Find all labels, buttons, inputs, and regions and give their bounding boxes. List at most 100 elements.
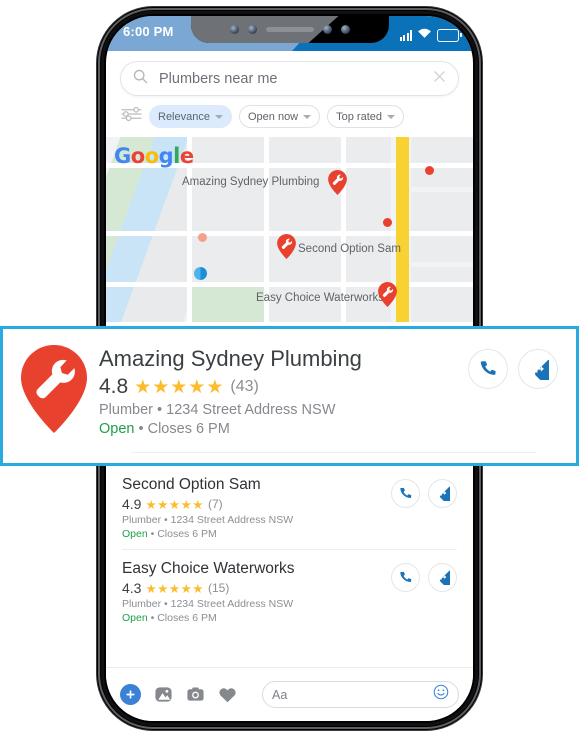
result-hours: Open • Closes 6 PM bbox=[99, 421, 468, 437]
filter-chip-open-now-label: Open now bbox=[247, 110, 299, 123]
review-count: (7) bbox=[208, 497, 223, 511]
star-rating-icon: ★★★★★ bbox=[145, 581, 204, 596]
rating-line: 4.8 ★★★★★ (43) bbox=[99, 375, 468, 399]
highlighted-result-card[interactable]: Amazing Sydney Plumbing 4.8 ★★★★★ (43) P… bbox=[0, 326, 579, 466]
map-poi-dot[interactable] bbox=[425, 166, 434, 175]
chevron-down-icon bbox=[303, 114, 312, 119]
open-status: Open bbox=[122, 612, 148, 624]
filter-chip-top-rated[interactable]: Top rated bbox=[327, 105, 405, 128]
map-block bbox=[192, 137, 264, 163]
call-button[interactable] bbox=[391, 479, 420, 508]
filter-chip-relevance-label: Relevance bbox=[158, 110, 210, 123]
review-count: (43) bbox=[230, 378, 259, 395]
heart-icon[interactable] bbox=[218, 686, 237, 704]
highlighted-result-info: Amazing Sydney Plumbing 4.8 ★★★★★ (43) P… bbox=[99, 343, 468, 437]
review-count: (15) bbox=[208, 581, 230, 595]
directions-button[interactable] bbox=[428, 479, 457, 508]
map-poi-dot[interactable] bbox=[198, 233, 207, 242]
camera-icon[interactable] bbox=[186, 685, 205, 704]
map-block bbox=[411, 137, 473, 187]
wifi-icon bbox=[417, 26, 432, 44]
result-meta: Plumber • 1234 Street Address NSW bbox=[122, 514, 294, 526]
rating-value: 4.3 bbox=[122, 580, 142, 596]
open-status: Open bbox=[122, 528, 148, 540]
message-input[interactable]: Aa bbox=[262, 681, 459, 708]
result-meta: Plumber • 1234 Street Address NSW bbox=[122, 598, 294, 610]
signal-bars-icon bbox=[399, 29, 412, 41]
filter-row: Relevance Open now Top rated bbox=[106, 96, 473, 137]
map-label-easy-choice-waterworks: Easy Choice Waterworks bbox=[256, 292, 385, 304]
open-status: Open bbox=[99, 421, 135, 437]
map-pin-wrench-icon[interactable] bbox=[378, 282, 397, 307]
result-title: Easy Choice Waterworks bbox=[122, 560, 295, 577]
divider bbox=[131, 452, 536, 453]
message-placeholder: Aa bbox=[272, 687, 288, 702]
result-actions bbox=[391, 560, 457, 624]
infrared-camera-icon bbox=[322, 25, 332, 34]
map-poi-dot[interactable] bbox=[383, 218, 392, 227]
map-pin-wrench-icon[interactable] bbox=[277, 234, 296, 259]
result-info: Second Option Sam 4.9 ★★★★★ (7) Plumber … bbox=[122, 476, 391, 540]
ambient-light-sensor-icon bbox=[247, 25, 257, 34]
star-rating-icon: ★★★★★ bbox=[134, 376, 225, 398]
star-rating-icon: ★★★★★ bbox=[145, 497, 204, 512]
search-icon bbox=[133, 69, 148, 89]
rating-value: 4.9 bbox=[122, 496, 142, 512]
search-area: Plumbers near me bbox=[106, 51, 473, 96]
result-hours: Open • Closes 6 PM bbox=[122, 612, 391, 624]
map-park-area bbox=[192, 287, 264, 322]
status-time: 6:00 PM bbox=[123, 24, 174, 39]
map-pin-wrench-icon bbox=[21, 343, 93, 438]
search-input[interactable]: Plumbers near me bbox=[159, 71, 433, 87]
plus-icon[interactable] bbox=[120, 684, 141, 705]
google-logo: Google bbox=[114, 144, 194, 168]
map-block bbox=[346, 137, 391, 163]
phone-notch bbox=[190, 16, 389, 43]
chevron-down-icon bbox=[387, 114, 396, 119]
earpiece-speaker bbox=[265, 27, 314, 32]
highlighted-result-actions bbox=[468, 343, 558, 389]
result-title: Second Option Sam bbox=[122, 476, 261, 493]
filter-chip-open-now[interactable]: Open now bbox=[238, 105, 321, 128]
battery-icon bbox=[437, 28, 462, 42]
result-hours: Open • Closes 6 PM bbox=[122, 528, 391, 540]
map-block bbox=[411, 267, 473, 322]
list-item[interactable]: Second Option Sam 4.9 ★★★★★ (7) Plumber … bbox=[106, 465, 473, 549]
closing-time: • Closes 6 PM bbox=[147, 528, 217, 540]
page-title: Amazing Sydney Plumbing bbox=[99, 346, 362, 371]
close-icon[interactable] bbox=[433, 70, 446, 88]
call-button[interactable] bbox=[391, 563, 420, 592]
notch-tint bbox=[190, 16, 339, 43]
map-road bbox=[106, 282, 473, 287]
closing-time: • Closes 6 PM bbox=[134, 421, 230, 437]
bottom-toolbar: Aa bbox=[106, 667, 473, 721]
map-pin-wrench-icon[interactable] bbox=[328, 170, 347, 195]
list-item[interactable]: Easy Choice Waterworks 4.3 ★★★★★ (15) Pl… bbox=[106, 549, 473, 633]
map-block bbox=[269, 137, 341, 163]
call-button[interactable] bbox=[468, 349, 508, 389]
directions-button[interactable] bbox=[428, 563, 457, 592]
map-label-second-option-sam: Second Option Sam bbox=[298, 243, 401, 255]
chevron-down-icon bbox=[214, 114, 223, 119]
filter-chip-top-rated-label: Top rated bbox=[336, 110, 383, 123]
filter-chip-relevance[interactable]: Relevance bbox=[149, 105, 232, 128]
gallery-icon[interactable] bbox=[154, 685, 173, 704]
result-actions bbox=[391, 476, 457, 540]
proximity-sensor-icon bbox=[229, 25, 239, 34]
result-meta: Plumber • 1234 Street Address NSW bbox=[99, 402, 336, 418]
result-info: Easy Choice Waterworks 4.3 ★★★★★ (15) Pl… bbox=[122, 560, 391, 624]
smiley-icon[interactable] bbox=[433, 684, 449, 705]
rating-value: 4.8 bbox=[99, 375, 129, 398]
status-icons bbox=[399, 26, 462, 44]
filter-sliders-icon[interactable] bbox=[121, 106, 142, 127]
map-block bbox=[411, 192, 473, 262]
closing-time: • Closes 6 PM bbox=[147, 612, 217, 624]
rating-line: 4.9 ★★★★★ (7) bbox=[122, 496, 391, 512]
map-label-amazing-sydney-plumbing: Amazing Sydney Plumbing bbox=[182, 176, 320, 188]
search-bar[interactable]: Plumbers near me bbox=[120, 61, 459, 96]
map-view[interactable]: Google Amazing Sydney Plumbing Second Op… bbox=[106, 137, 473, 322]
map-highway bbox=[396, 137, 409, 322]
rating-line: 4.3 ★★★★★ (15) bbox=[122, 580, 391, 596]
my-location-dot-icon bbox=[194, 267, 207, 280]
directions-button[interactable] bbox=[518, 349, 558, 389]
